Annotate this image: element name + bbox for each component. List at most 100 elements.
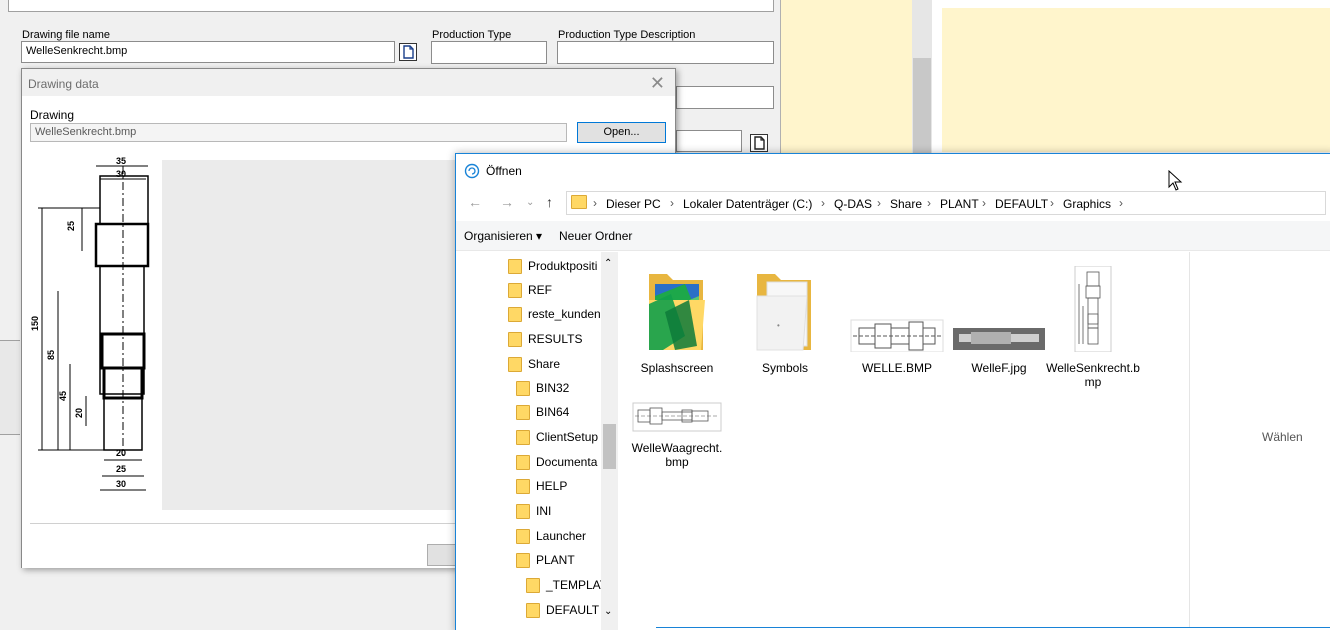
folder-icon (526, 602, 540, 618)
tree-item[interactable]: BIN64 (516, 400, 569, 424)
svg-text:25: 25 (66, 221, 76, 231)
file-item-wellesenkrecht-bmp[interactable]: WelleSenkrecht.b mp (1038, 265, 1148, 389)
open-dialog-icon (464, 163, 480, 179)
tree-item[interactable]: Produktpositi (508, 254, 597, 278)
organize-button[interactable]: Organisieren ▾ (464, 229, 542, 243)
tree-scroll-thumb[interactable] (603, 424, 616, 469)
production-type-label: Production Type (432, 29, 512, 41)
dialog-title: Drawing data (28, 77, 99, 91)
svg-text:45: 45 (58, 391, 68, 401)
close-icon[interactable]: ✕ (650, 73, 665, 94)
svg-text:20: 20 (116, 448, 126, 458)
breadcrumb-item[interactable]: Graphics (1063, 197, 1111, 211)
folder-icon: • (756, 274, 811, 351)
tree-item[interactable]: BIN32 (516, 376, 569, 400)
folder-icon (516, 528, 530, 544)
left-strip (0, 340, 20, 435)
bg-field-2[interactable] (676, 86, 774, 109)
image-thumbnail (1074, 265, 1112, 353)
folder-icon (516, 552, 530, 568)
image-thumbnail (850, 319, 944, 353)
image-thumbnail (953, 328, 1045, 350)
dialog-toolbar: Organisieren ▾ Neuer Ordner (456, 221, 1330, 251)
file-item-welle-bmp[interactable]: WELLE.BMP (842, 266, 952, 375)
right-panel (942, 8, 1330, 152)
folder-icon (508, 331, 522, 347)
file-label: Symbols (761, 361, 808, 375)
folder-icon (571, 195, 587, 209)
production-type-desc-label: Production Type Description (558, 29, 696, 41)
scroll-up-icon[interactable]: ⌃ (604, 258, 612, 269)
svg-text:30: 30 (116, 479, 126, 489)
open-file-dialog: Öffnen ← → ⌄ ↑ › Dieser PC › Lokaler Dat… (455, 153, 1330, 630)
tree-item[interactable]: PLANT (516, 548, 575, 572)
back-arrow-icon[interactable]: ← (468, 194, 482, 210)
tree-item[interactable]: Documenta (516, 450, 597, 474)
svg-text:85: 85 (46, 350, 56, 360)
file-item-symbols[interactable]: • Symbols (730, 266, 840, 375)
new-folder-button[interactable]: Neuer Ordner (559, 229, 632, 243)
tree-item[interactable]: REF (508, 278, 552, 302)
file-item-splashscreen[interactable]: Splashscreen (622, 266, 732, 375)
drawing-file-label: Drawing file name (22, 29, 111, 41)
breadcrumb-item[interactable]: DEFAULT (995, 197, 1048, 211)
dialog-title: Öffnen (486, 164, 522, 178)
drawing-path-field[interactable]: WelleSenkrecht.bmp (30, 123, 567, 142)
svg-text:150: 150 (30, 316, 40, 331)
cursor-icon (1168, 170, 1183, 191)
file-label: WelleWaagrecht. bmp (631, 441, 723, 469)
breadcrumb-item[interactable]: Q-DAS (834, 197, 872, 211)
up-arrow-icon[interactable]: ↑ (546, 194, 553, 210)
breadcrumb-item[interactable]: Share (890, 197, 922, 211)
folder-icon (516, 454, 530, 470)
folder-icon (508, 282, 522, 298)
tree-item[interactable]: _TEMPLAT (526, 573, 607, 597)
folder-icon (649, 274, 705, 350)
technical-drawing-image: 35 30 25 150 85 45 20 20 25 30 (30, 156, 150, 491)
breadcrumb-item[interactable]: PLANT (940, 197, 979, 211)
forward-arrow-icon[interactable]: → (500, 194, 514, 210)
tree-item[interactable]: Share (508, 352, 560, 376)
drawing-label: Drawing (30, 108, 75, 122)
document-icon[interactable] (399, 43, 417, 61)
production-type-field[interactable] (431, 41, 547, 64)
tree-item[interactable]: ClientSetup (516, 425, 598, 449)
preview-hint: Wählen (1262, 430, 1303, 444)
folder-icon (516, 429, 530, 445)
breadcrumb-item[interactable]: Dieser PC (606, 197, 661, 211)
top-field[interactable] (8, 0, 774, 12)
file-label: WelleSenkrecht.b mp (1046, 361, 1140, 389)
folder-tree: Produktpositi REF reste_kunden RESULTS S… (456, 252, 621, 630)
folder-icon (516, 478, 530, 494)
tree-item[interactable]: Launcher (516, 524, 586, 548)
folder-icon (516, 404, 530, 420)
folder-icon (516, 380, 530, 396)
recent-chevron-icon[interactable]: ⌄ (526, 197, 534, 208)
svg-text:•: • (777, 321, 780, 330)
scroll-down-icon[interactable]: ⌄ (604, 606, 612, 617)
svg-text:25: 25 (116, 464, 126, 474)
file-label: WELLE.BMP (861, 361, 933, 375)
breadcrumb-item[interactable]: Lokaler Datenträger (C:) (683, 197, 812, 211)
document-icon-2[interactable] (750, 134, 768, 152)
tree-item[interactable]: reste_kunden (508, 302, 601, 326)
svg-text:20: 20 (74, 408, 84, 418)
file-list: Splashscreen • Symbols WELLE.BMP WelleF.… (622, 252, 1187, 630)
file-item-wellewaagrecht-bmp[interactable]: WelleWaagrecht. bmp (622, 402, 732, 469)
folder-icon (526, 577, 540, 593)
dialog-titlebar: Öffnen (456, 154, 1330, 187)
drawing-file-field[interactable]: WelleSenkrecht.bmp (21, 41, 395, 63)
tree-item[interactable]: HELP (516, 474, 567, 498)
address-bar[interactable]: › Dieser PC › Lokaler Datenträger (C:) ›… (566, 191, 1326, 215)
folder-icon (516, 503, 530, 519)
tree-item[interactable]: RESULTS (508, 327, 582, 351)
address-row: ← → ⌄ ↑ › Dieser PC › Lokaler Datenträge… (456, 187, 1330, 219)
image-thumbnail (632, 402, 722, 432)
folder-icon (508, 356, 522, 372)
tree-item[interactable]: DEFAULT (526, 598, 599, 622)
open-button[interactable]: Open... (577, 122, 666, 143)
file-label: Splashscreen (640, 361, 714, 375)
production-type-desc-field[interactable] (557, 41, 774, 64)
bg-field-3[interactable] (676, 130, 742, 152)
tree-item[interactable]: INI (516, 499, 551, 523)
